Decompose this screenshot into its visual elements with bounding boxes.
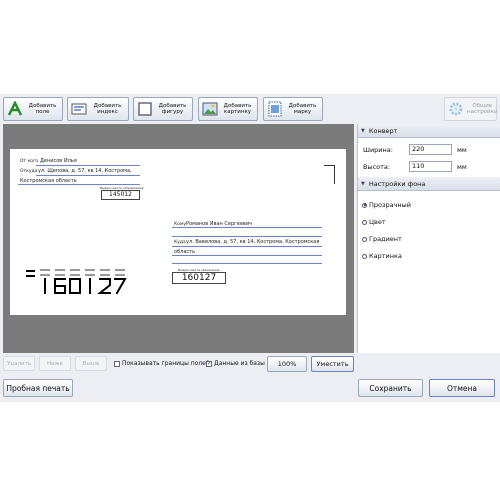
to-address-line — [172, 246, 322, 247]
lower-button[interactable]: Ниже — [39, 356, 71, 371]
add-shape-button[interactable]: Добавить фигуру — [133, 97, 193, 121]
show-borders-label: Показывать границы полей — [122, 360, 210, 367]
shape-icon — [138, 102, 152, 116]
add-field-label: Добавить поле — [28, 102, 57, 116]
to-where-label: Куда — [174, 240, 186, 245]
save-button[interactable]: Сохранить — [358, 379, 423, 397]
bg-color-radio[interactable]: Цвет — [362, 218, 386, 226]
to-blank-line — [172, 236, 322, 237]
zoom-100-button[interactable]: 100% — [267, 356, 307, 372]
to-index: 160127 — [181, 273, 217, 283]
to-address[interactable]: ул. Вавилова, д. 57, кв 14, Кострома, Ко… — [186, 239, 319, 245]
to-name-line — [172, 227, 322, 228]
add-index-label: Добавить индекс — [93, 102, 122, 116]
db-data-checkbox[interactable]: ✓ Данные из базы — [206, 360, 265, 367]
background-section-title: Настройки фона — [368, 179, 426, 188]
delete-label: Удалить — [6, 360, 32, 367]
general-settings-label: Общие настройки — [467, 102, 498, 116]
collapse-arrow-icon: ▼ — [361, 180, 365, 187]
zoom-label: 100% — [277, 360, 297, 368]
test-print-button[interactable]: Пробная печать — [3, 379, 73, 397]
gear-icon — [449, 102, 463, 116]
from-index-box[interactable]: 145012 — [101, 190, 140, 200]
envelope-section-header[interactable]: ▼ Конверт — [358, 124, 500, 138]
general-settings-button[interactable]: Общие настройки — [444, 97, 498, 121]
bg-gradient-label: Градиент — [369, 235, 402, 243]
add-stamp-button[interactable]: Добавить марку — [263, 97, 323, 121]
fit-button[interactable]: Уместить — [311, 356, 354, 372]
add-image-label: Добавить картинку — [223, 102, 252, 116]
add-stamp-label: Добавить марку — [288, 102, 317, 116]
radio-icon — [362, 236, 367, 242]
test-print-label: Пробная печать — [6, 383, 70, 393]
add-field-button[interactable]: Добавить поле — [3, 97, 63, 121]
width-unit: мм — [457, 146, 467, 154]
bg-transparent-radio[interactable]: Прозрачный — [362, 201, 411, 209]
show-borders-checkbox[interactable]: Показывать границы полей — [114, 360, 210, 367]
index-icon — [71, 103, 87, 115]
from-where-label: Откуда — [20, 169, 38, 174]
radio-selected-icon — [362, 202, 367, 208]
radio-icon — [362, 219, 367, 225]
add-shape-label: Добавить фигуру — [158, 102, 187, 116]
width-label: Ширина: — [363, 146, 393, 154]
from-address-line — [36, 175, 140, 176]
envelope-section-title: Конверт — [368, 126, 398, 135]
cancel-label: Отмена — [446, 383, 478, 393]
postal-code-digits — [26, 269, 127, 295]
width-value: 220 — [412, 145, 425, 153]
to-region-line — [172, 255, 322, 256]
envelope-preview-area: От кого Денисов Илья Откуда ул. Щепова, … — [3, 124, 354, 353]
text-field-icon — [7, 101, 23, 116]
db-data-label: Данные из базы — [214, 360, 265, 367]
height-value: 110 — [412, 162, 425, 170]
checkbox-checked-icon: ✓ — [206, 360, 212, 367]
stamp-corner-marker — [324, 165, 335, 184]
height-unit: мм — [457, 163, 467, 171]
bg-transparent-label: Прозрачный — [369, 201, 412, 209]
fit-label: Уместить — [316, 360, 349, 368]
checkbox-icon — [114, 360, 120, 367]
image-icon — [202, 102, 218, 116]
bg-color-label: Цвет — [369, 218, 386, 226]
width-input[interactable]: 220 — [409, 144, 452, 155]
height-input[interactable]: 110 — [409, 161, 452, 172]
higher-label: Выше — [82, 360, 100, 367]
radio-icon — [362, 253, 367, 259]
from-name-line — [36, 165, 140, 166]
bg-image-radio[interactable]: Картинка — [362, 252, 402, 260]
lower-label: Ниже — [46, 360, 64, 367]
delete-button[interactable]: Удалить — [3, 356, 35, 371]
from-index: 145012 — [109, 191, 132, 198]
envelope-editor-window: Добавить поле Добавить индекс Добавить ф… — [0, 94, 500, 402]
bg-gradient-radio[interactable]: Градиент — [362, 235, 402, 243]
envelope-canvas[interactable]: От кого Денисов Илья Откуда ул. Щепова, … — [10, 149, 346, 315]
from-label: От кого — [20, 159, 39, 164]
stamp-icon — [268, 101, 282, 117]
background-section-header[interactable]: ▼ Настройки фона — [358, 177, 500, 191]
settings-panel: ▼ Конверт Ширина: 220 мм Высота: 110 мм … — [357, 124, 500, 353]
higher-button[interactable]: Выше — [75, 356, 107, 371]
cancel-button[interactable]: Отмена — [429, 379, 495, 397]
toolbar: Добавить поле Добавить индекс Добавить ф… — [0, 94, 500, 124]
from-name[interactable]: Денисов Илья — [40, 158, 77, 164]
height-label: Высота: — [363, 163, 391, 171]
to-index-box[interactable]: 160127 — [172, 272, 226, 284]
add-image-button[interactable]: Добавить картинку — [198, 97, 258, 121]
add-index-button[interactable]: Добавить индекс — [67, 97, 129, 121]
from-region-line — [18, 184, 140, 185]
save-label: Сохранить — [369, 383, 412, 393]
from-address[interactable]: ул. Щепова, д. 57, кв 14, Кострома, — [38, 168, 132, 174]
to-extra-line — [172, 263, 322, 264]
collapse-arrow-icon: ▼ — [361, 127, 365, 134]
bg-image-label: Картинка — [369, 252, 402, 260]
